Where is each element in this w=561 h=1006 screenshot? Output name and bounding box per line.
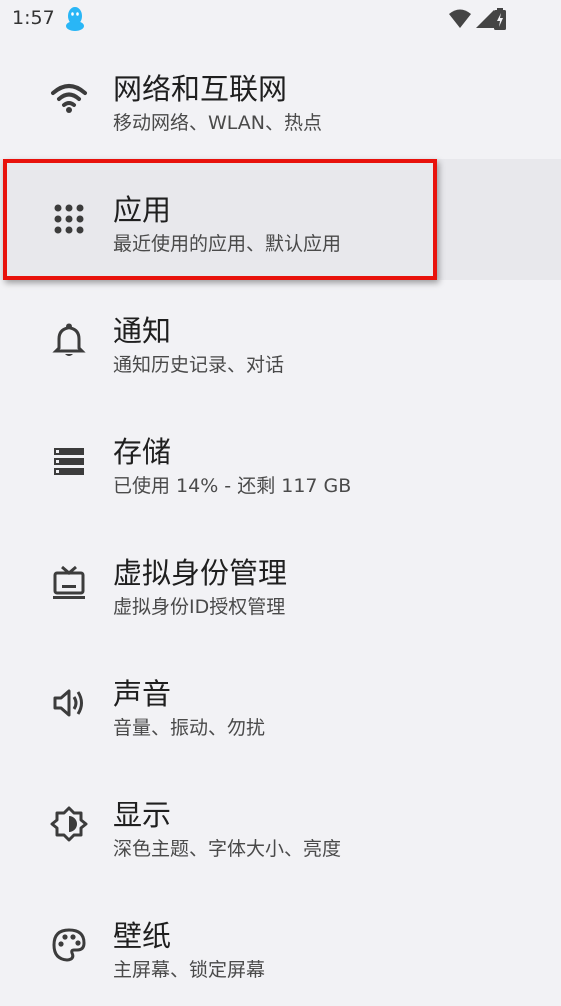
settings-item-title: 存储 bbox=[113, 435, 172, 469]
settings-item-title: 网络和互联网 bbox=[113, 72, 288, 106]
settings-item-subtitle: 音量、振动、勿扰 bbox=[113, 717, 266, 739]
bell-icon bbox=[52, 323, 86, 356]
settings-item-title: 通知 bbox=[113, 314, 172, 348]
settings-item-sound[interactable]: 声音 音量、振动、勿扰 bbox=[0, 643, 561, 764]
settings-item-title: 显示 bbox=[113, 798, 172, 832]
volume-icon bbox=[53, 689, 83, 717]
palette-icon bbox=[52, 928, 86, 962]
settings-item-subtitle: 最近使用的应用、默认应用 bbox=[113, 233, 342, 255]
settings-item-subtitle: 主屏幕、锁定屏幕 bbox=[113, 959, 266, 981]
status-bar: 1:57 bbox=[0, 0, 561, 38]
brightness-icon bbox=[50, 806, 88, 842]
qq-icon bbox=[66, 7, 84, 31]
settings-item-network[interactable]: 网络和互联网 移动网络、WLAN、热点 bbox=[0, 38, 561, 159]
status-time: 1:57 bbox=[12, 7, 55, 29]
tv-icon bbox=[53, 565, 85, 599]
settings-item-title: 壁纸 bbox=[113, 919, 172, 953]
settings-item-notifications[interactable]: 通知 通知历史记录、对话 bbox=[0, 280, 561, 401]
settings-item-virtual-identity[interactable]: 虚拟身份管理 虚拟身份ID授权管理 bbox=[0, 522, 561, 643]
settings-item-subtitle: 深色主题、字体大小、亮度 bbox=[113, 838, 342, 860]
settings-item-title: 虚拟身份管理 bbox=[113, 556, 288, 590]
settings-item-subtitle: 已使用 14% - 还剩 117 GB bbox=[113, 475, 352, 497]
settings-item-title: 声音 bbox=[113, 677, 172, 711]
wifi-icon bbox=[51, 84, 87, 113]
settings-item-display[interactable]: 显示 深色主题、字体大小、亮度 bbox=[0, 764, 561, 885]
settings-item-wallpaper[interactable]: 壁纸 主屏幕、锁定屏幕 bbox=[0, 885, 561, 1006]
battery-charging-icon bbox=[494, 8, 506, 30]
settings-item-storage[interactable]: 存储 已使用 14% - 还剩 117 GB bbox=[0, 401, 561, 522]
settings-item-apps[interactable]: 应用 最近使用的应用、默认应用 bbox=[0, 159, 561, 280]
settings-item-subtitle: 通知历史记录、对话 bbox=[113, 354, 285, 376]
settings-item-subtitle: 虚拟身份ID授权管理 bbox=[113, 596, 286, 618]
apps-grid-icon bbox=[54, 204, 84, 234]
settings-item-subtitle: 移动网络、WLAN、热点 bbox=[113, 112, 323, 134]
wifi-icon bbox=[449, 9, 471, 28]
storage-icon bbox=[54, 448, 84, 475]
settings-item-title: 应用 bbox=[113, 193, 172, 227]
